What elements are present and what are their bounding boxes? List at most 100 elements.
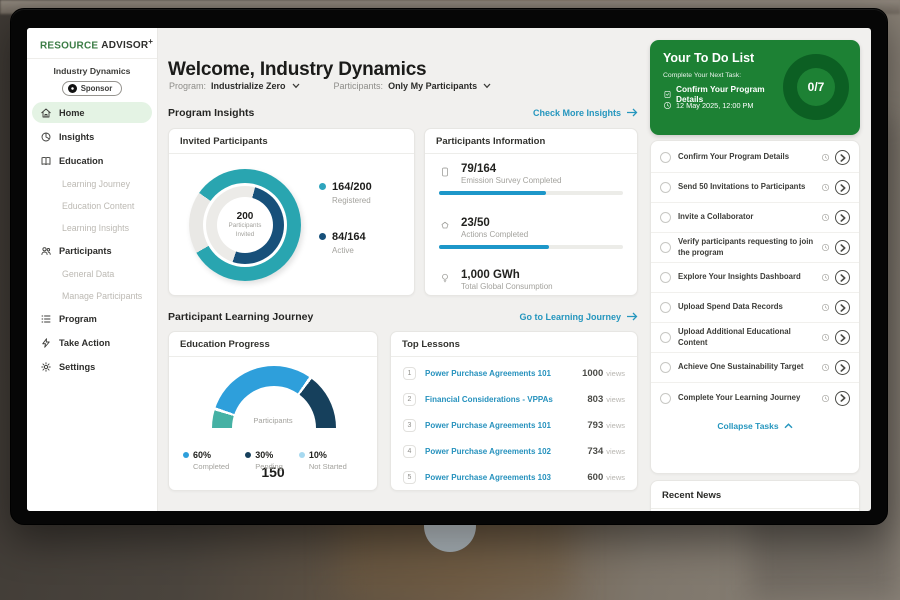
task-checkbox[interactable] bbox=[660, 332, 671, 343]
todo-task-list-card: Confirm Your Program Details Send 50 Inv… bbox=[650, 140, 860, 474]
legend-active: 84/164 Active bbox=[319, 227, 372, 255]
progress-bar bbox=[439, 191, 623, 195]
info-icon[interactable] bbox=[821, 243, 830, 252]
org-name: Industry Dynamics bbox=[27, 66, 157, 76]
chevron-right-button[interactable] bbox=[835, 150, 850, 165]
legend-dot-pending bbox=[245, 452, 251, 458]
chevron-right-button[interactable] bbox=[835, 180, 850, 195]
sidebar-item-settings[interactable]: Settings bbox=[32, 356, 152, 377]
invited-participants-donut: 200 Participants Invited bbox=[189, 169, 301, 281]
task-checkbox[interactable] bbox=[660, 302, 671, 313]
lesson-row: 4 Power Purchase Agreements 102 734 view… bbox=[391, 438, 637, 464]
sidebar-item-take-action[interactable]: Take Action bbox=[32, 332, 152, 353]
task-row[interactable]: Achieve One Sustainability Target bbox=[651, 353, 859, 383]
chevron-right-button[interactable] bbox=[835, 270, 850, 285]
task-row[interactable]: Invite a Collaborator bbox=[651, 203, 859, 233]
section-title-learning-journey: Participant Learning Journey bbox=[168, 311, 313, 323]
task-row[interactable]: Upload Additional Educational Content bbox=[651, 323, 859, 353]
legend-dot-active bbox=[319, 233, 326, 240]
chevron-right-button[interactable] bbox=[835, 391, 850, 406]
clipboard-icon bbox=[439, 166, 451, 178]
chevron-right-button[interactable] bbox=[835, 360, 850, 375]
go-to-learning-journey-link[interactable]: Go to Learning Journey bbox=[519, 312, 638, 323]
stat-emission-survey: 79/164 Emission Survey Completed bbox=[439, 163, 625, 195]
sidebar-item-learning-journey[interactable]: Learning Journey bbox=[32, 174, 152, 193]
task-checkbox[interactable] bbox=[660, 272, 671, 283]
chevron-right-button[interactable] bbox=[835, 300, 850, 315]
sidebar-item-education-content[interactable]: Education Content bbox=[32, 196, 152, 215]
recent-news-card: Recent News bbox=[650, 480, 860, 511]
info-icon[interactable] bbox=[821, 303, 830, 312]
info-icon[interactable] bbox=[821, 394, 830, 403]
sidebar-item-insights[interactable]: Insights bbox=[32, 126, 152, 147]
sidebar-item-home[interactable]: Home bbox=[32, 102, 152, 123]
people-icon bbox=[40, 245, 52, 257]
lesson-link[interactable]: Power Purchase Agreements 101 bbox=[425, 369, 582, 378]
participants-information-card: Participants Information 79/164 Emission… bbox=[424, 128, 638, 296]
lesson-link[interactable]: Power Purchase Agreements 101 bbox=[425, 421, 587, 430]
collapse-tasks-link[interactable]: Collapse Tasks bbox=[651, 413, 859, 439]
stat-total-consumption: 1,000 GWh Total Global Consumption bbox=[439, 269, 625, 291]
task-row[interactable]: Complete Your Learning Journey bbox=[651, 383, 859, 413]
sidebar-item-education[interactable]: Education bbox=[32, 150, 152, 171]
info-icon[interactable] bbox=[821, 273, 830, 282]
chevron-right-button[interactable] bbox=[835, 210, 850, 225]
filter-bar: Program: Industrialize Zero Participants… bbox=[169, 81, 491, 91]
chevron-up-icon bbox=[784, 421, 793, 431]
todo-panel: Your To Do List Complete Your Next Task:… bbox=[650, 40, 860, 135]
lesson-link[interactable]: Financial Considerations - VPPAs bbox=[425, 395, 587, 404]
task-checkbox[interactable] bbox=[660, 242, 671, 253]
sidebar-menu: Home Insights Education Learning Journey… bbox=[32, 102, 152, 377]
sidebar-item-manage-participants[interactable]: Manage Participants bbox=[32, 286, 152, 305]
task-row[interactable]: Confirm Your Program Details bbox=[651, 143, 859, 173]
dashboard-screen: RESOURCEADVISOR+ Industry Dynamics Spons… bbox=[27, 28, 871, 511]
info-icon[interactable] bbox=[821, 183, 830, 192]
gauge-center-label: 150 Participants bbox=[169, 398, 377, 425]
action-icon bbox=[439, 220, 451, 232]
task-checkbox[interactable] bbox=[660, 182, 671, 193]
sponsor-badge: Sponsor bbox=[62, 81, 123, 96]
clipboard-check-icon bbox=[663, 90, 672, 99]
task-checkbox[interactable] bbox=[660, 362, 671, 373]
arrow-right-icon bbox=[626, 312, 638, 323]
clock-icon bbox=[663, 101, 672, 110]
sidebar-item-program[interactable]: Program bbox=[32, 308, 152, 329]
task-row[interactable]: Upload Spend Data Records bbox=[651, 293, 859, 323]
info-icon[interactable] bbox=[821, 153, 830, 162]
program-filter-dropdown[interactable]: Program: Industrialize Zero bbox=[169, 81, 300, 91]
task-checkbox[interactable] bbox=[660, 212, 671, 223]
task-checkbox[interactable] bbox=[660, 393, 671, 404]
info-icon[interactable] bbox=[821, 333, 830, 342]
task-row[interactable]: Send 50 Invitations to Participants bbox=[651, 173, 859, 203]
chevron-right-button[interactable] bbox=[835, 330, 850, 345]
recent-news-title: Recent News bbox=[651, 481, 859, 509]
task-row[interactable]: Explore Your Insights Dashboard bbox=[651, 263, 859, 293]
chevron-right-button[interactable] bbox=[835, 240, 850, 255]
lightning-icon bbox=[40, 337, 52, 349]
list-icon bbox=[40, 313, 52, 325]
info-icon[interactable] bbox=[821, 363, 830, 372]
sidebar-item-participants[interactable]: Participants bbox=[32, 240, 152, 261]
monitor-bezel: RESOURCEADVISOR+ Industry Dynamics Spons… bbox=[10, 8, 888, 525]
task-checkbox[interactable] bbox=[660, 152, 671, 163]
gear-icon bbox=[40, 361, 52, 373]
stat-actions-completed: 23/50 Actions Completed bbox=[439, 217, 625, 249]
progress-bar bbox=[439, 245, 623, 249]
chevron-down-icon bbox=[292, 83, 300, 89]
check-more-insights-link[interactable]: Check More Insights bbox=[533, 108, 638, 119]
legend-dot-not-started bbox=[299, 452, 305, 458]
chevron-down-icon bbox=[483, 83, 491, 89]
info-icon[interactable] bbox=[821, 213, 830, 222]
lesson-link[interactable]: Power Purchase Agreements 103 bbox=[425, 473, 587, 482]
lesson-link[interactable]: Power Purchase Agreements 102 bbox=[425, 447, 587, 456]
sidebar-item-learning-insights[interactable]: Learning Insights bbox=[32, 218, 152, 237]
home-icon bbox=[40, 107, 52, 119]
sidebar: RESOURCEADVISOR+ Industry Dynamics Spons… bbox=[27, 28, 158, 511]
sidebar-item-general-data[interactable]: General Data bbox=[32, 264, 152, 283]
lightbulb-icon bbox=[439, 272, 451, 284]
task-list: Confirm Your Program Details Send 50 Inv… bbox=[651, 143, 859, 439]
task-row[interactable]: Verify participants requesting to join t… bbox=[651, 233, 859, 263]
participants-filter-dropdown[interactable]: Participants: Only My Participants bbox=[334, 81, 492, 91]
lesson-row: 1 Power Purchase Agreements 101 1000 vie… bbox=[391, 360, 637, 386]
legend-not-started: 10% Not Started bbox=[299, 450, 347, 471]
